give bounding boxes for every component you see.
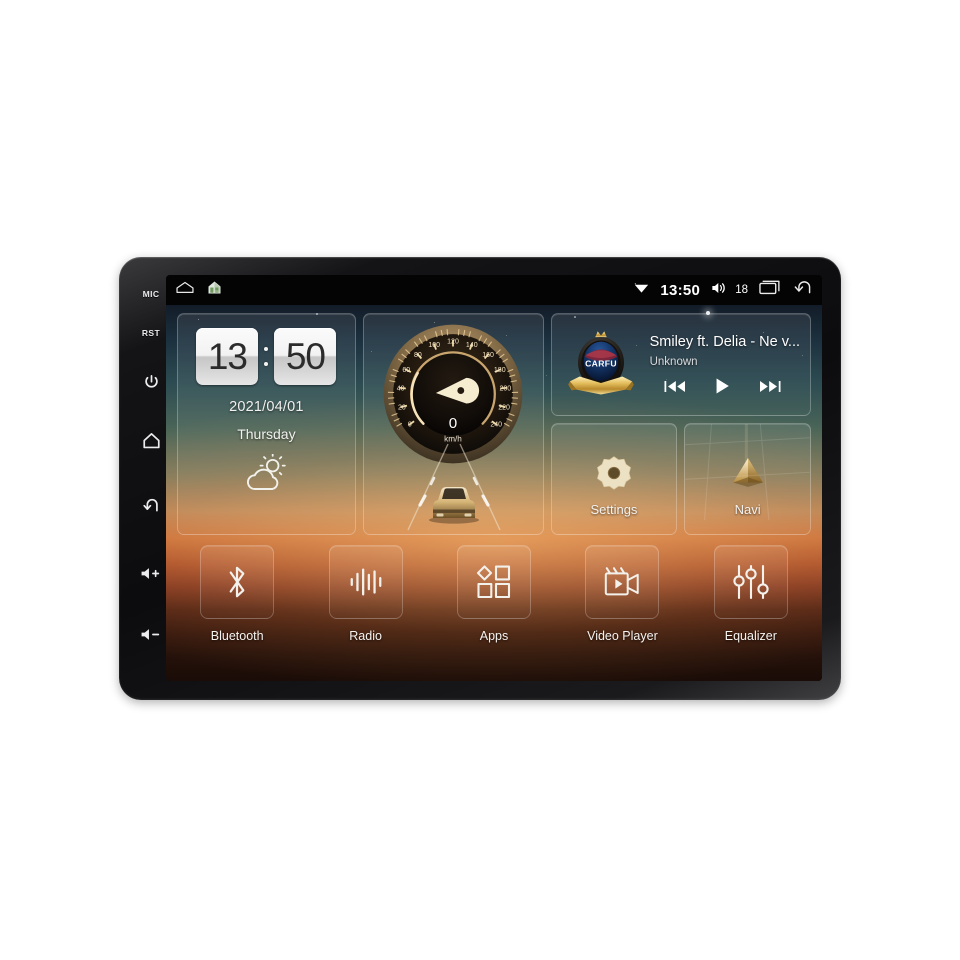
clock-widget[interactable]: 13 50 2021/04/01 Thursday	[177, 313, 356, 535]
bezel-key-mic-label: MIC	[142, 289, 160, 299]
partly-cloudy-icon[interactable]	[241, 452, 291, 499]
wifi-icon[interactable]	[634, 281, 649, 299]
tile-settings-label: Settings	[590, 502, 638, 517]
bezel-key-volume-up[interactable]	[134, 537, 168, 609]
dock-label-bluetooth: Bluetooth	[210, 629, 264, 643]
screenshot-canvas: MIC RST 13:50 18 13 50 2021/04/01 Thursd…	[0, 0, 960, 960]
app-dock: Bluetooth Radio Apps Video Player Equali…	[177, 545, 811, 643]
volume-down-icon	[140, 627, 162, 642]
dock-label-equalizer: Equalizer	[724, 629, 777, 643]
bezel-key-home[interactable]	[134, 409, 168, 471]
bluetooth-icon	[200, 545, 275, 619]
media-widget[interactable]: CARFU Smiley ft. Delia - Ne v... Unknown	[550, 313, 811, 416]
speed-tick-label: 220	[498, 404, 510, 411]
clock-hours: 13	[196, 328, 259, 385]
speed-tick-label: 20	[398, 404, 406, 411]
home-screen: 13 50 2021/04/01 Thursday 0 20 40 60 80 …	[166, 305, 822, 681]
navi-map-background	[685, 424, 810, 520]
apps-grid-icon	[457, 545, 532, 619]
bezel-key-rst-label: RST	[141, 328, 161, 338]
play-icon[interactable]	[714, 377, 731, 395]
volume-level: 18	[735, 284, 748, 296]
volume-icon[interactable]	[711, 281, 728, 300]
clock-weekday: Thursday	[237, 426, 296, 442]
speed-tick-label: 60	[403, 367, 411, 374]
widget-row: 13 50 2021/04/01 Thursday 0 20 40 60 80 …	[177, 313, 811, 535]
head-unit-device: MIC RST 13:50 18 13 50 2021/04/01 Thursd…	[119, 257, 841, 700]
speed-tick-label: 240	[491, 422, 503, 429]
speedometer-widget[interactable]: 0 20 40 60 80 100 120 140 160 180 200 220 240 0 km/h	[362, 313, 544, 535]
next-track-icon[interactable]	[758, 379, 782, 394]
speed-tick-label: 80	[414, 352, 422, 359]
dock-item-bluetooth[interactable]: Bluetooth	[177, 545, 297, 643]
speed-tick-label: 40	[397, 385, 405, 392]
speed-value: 0	[449, 415, 457, 432]
carfu-badge-logo: CARFU	[567, 330, 634, 395]
status-bar: 13:50 18	[166, 275, 822, 305]
bezel-key-rst[interactable]: RST	[134, 311, 168, 355]
touchscreen[interactable]: 13:50 18 13 50 2021/04/01 Thursday 0 20 …	[166, 275, 822, 681]
status-bar-right: 13:50 18	[634, 280, 812, 300]
power-icon	[143, 374, 160, 391]
dock-item-radio[interactable]: Radio	[305, 545, 425, 643]
tile-settings[interactable]: Settings	[550, 423, 678, 535]
dock-label-video: Apps	[479, 629, 509, 643]
right-widget-column: CARFU Smiley ft. Delia - Ne v... Unknown	[550, 313, 811, 535]
status-bar-left	[175, 280, 222, 300]
status-back-arrow-icon[interactable]	[791, 280, 812, 300]
bezel-key-column: MIC RST	[131, 277, 171, 681]
home-icon	[142, 432, 161, 449]
speed-tick-label: 180	[494, 367, 506, 374]
speed-tick-label: 200	[500, 385, 512, 392]
speed-tick-label: 120	[447, 339, 459, 346]
media-controls	[650, 377, 800, 395]
previous-track-icon[interactable]	[663, 379, 687, 394]
bezel-key-mic[interactable]: MIC	[134, 277, 168, 311]
volume-up-icon	[140, 566, 162, 581]
flip-clock: 13 50	[196, 328, 337, 385]
bezel-key-volume-down[interactable]	[134, 609, 168, 659]
dock-label-apps: Video Player	[587, 629, 658, 643]
media-artist: Unknown	[649, 356, 698, 368]
video-player-icon	[585, 545, 660, 619]
bezel-key-back[interactable]	[134, 471, 168, 537]
speed-tick-label: 100	[429, 342, 441, 349]
dock-label-radio: Radio	[349, 629, 382, 643]
recent-apps-icon[interactable]	[759, 280, 780, 300]
tile-navi[interactable]: Navi	[684, 423, 811, 535]
media-info: Smiley ft. Delia - Ne v... Unknown	[650, 334, 800, 395]
speed-tick-label: 0	[408, 422, 412, 429]
dock-item-equalizer[interactable]: Equalizer	[691, 545, 811, 643]
speed-tick-label: 140	[466, 342, 478, 349]
speed-tick-label: 160	[482, 352, 494, 359]
back-arrow-icon	[142, 496, 161, 513]
clock-minutes: 50	[274, 328, 337, 385]
status-bar-clock: 13:50	[660, 281, 701, 299]
equalizer-icon	[713, 545, 788, 619]
dock-item-apps[interactable]: Apps	[434, 545, 554, 643]
badge-text: CARFU	[585, 358, 617, 368]
car-on-road-icon	[407, 443, 501, 531]
dock-item-video-player[interactable]: Video Player	[562, 545, 682, 643]
launcher-house-icon[interactable]	[207, 280, 222, 300]
notification-tray-icon[interactable]	[175, 281, 195, 299]
radio-waveform-icon	[328, 545, 403, 619]
bezel-key-power[interactable]	[134, 355, 168, 409]
clock-date: 2021/04/01	[229, 399, 304, 415]
gear-icon	[594, 441, 634, 493]
clock-colon	[263, 347, 269, 366]
media-title: Smiley ft. Delia - Ne v...	[649, 334, 800, 350]
tile-row: Settings Navi	[550, 423, 811, 535]
